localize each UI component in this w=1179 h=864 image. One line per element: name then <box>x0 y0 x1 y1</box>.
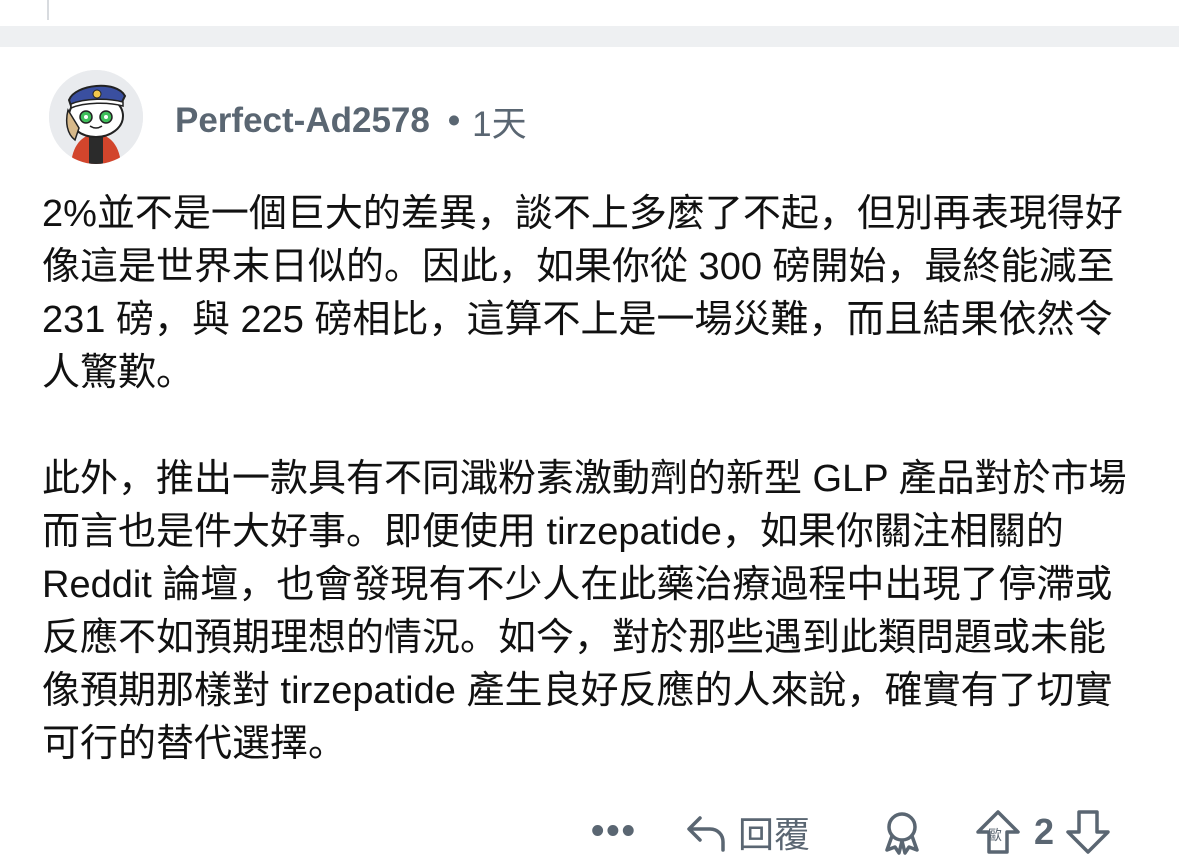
comment-paragraph: 此外，推出一款具有不同濈粉素激動劑的新型 GLP 產品對於市場而言也是件大好事。… <box>42 458 1127 765</box>
snoo-avatar-icon <box>49 70 143 164</box>
vote-controls: 歐 2 <box>974 806 1112 858</box>
award-button[interactable] <box>878 808 926 856</box>
downvote-arrow-icon <box>1066 810 1110 854</box>
comment-separator <box>0 26 1179 47</box>
thread-line <box>47 0 49 20</box>
comment-actions: ••• 回覆 歐 2 <box>0 800 1179 864</box>
reply-label: 回覆 <box>738 814 811 855</box>
more-options-button[interactable]: ••• <box>591 810 637 853</box>
downvote-button[interactable] <box>1064 808 1112 856</box>
upvote-watermark: 歐 <box>988 827 1002 843</box>
meta-separator: • <box>447 101 461 140</box>
upvote-button[interactable]: 歐 <box>974 808 1022 856</box>
comment-age: 1天 <box>472 104 527 144</box>
comment-meta: Perfect-Ad2578 • 1天 <box>175 97 527 145</box>
avatar[interactable] <box>49 70 143 164</box>
more-options-label: ••• <box>591 810 637 852</box>
reply-arrow-icon <box>687 816 725 852</box>
reply-button[interactable]: 回覆 <box>684 806 810 858</box>
award-icon <box>885 812 919 855</box>
comment-body: 2%並不是一個巨大的差異，談不上多麼了不起，但別再表現得好像這是世界末日似的。因… <box>42 188 1142 771</box>
comment-paragraph: 2%並不是一個巨大的差異，談不上多麼了不起，但別再表現得好像這是世界末日似的。因… <box>42 193 1123 394</box>
vote-score: 2 <box>1034 811 1055 852</box>
previous-comment-bottom <box>0 0 1179 26</box>
author-name[interactable]: Perfect-Ad2578 <box>175 101 430 141</box>
